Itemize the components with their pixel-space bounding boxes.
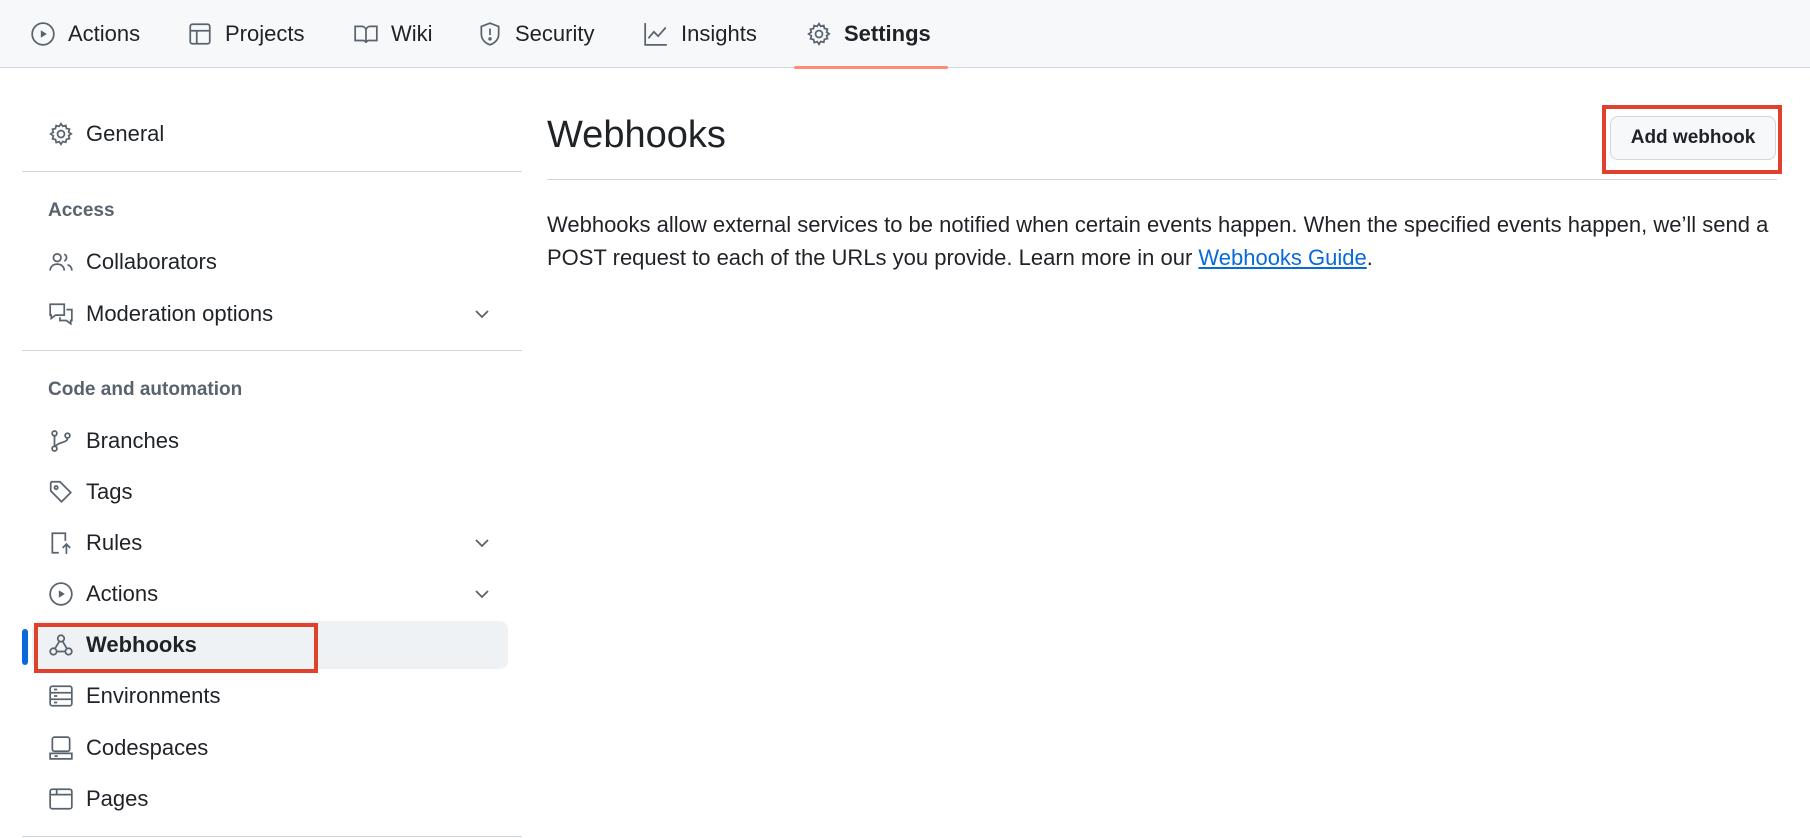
sidebar-item-webhooks[interactable]: Webhooks xyxy=(32,621,508,669)
sidebar-item-label: Collaborators xyxy=(86,249,217,274)
sidebar-divider xyxy=(22,836,522,837)
tab-label: Projects xyxy=(225,21,305,46)
sidebar-item-label: Rules xyxy=(86,530,143,555)
gear-icon xyxy=(807,22,831,46)
sidebar-item-collaborators[interactable]: Collaborators xyxy=(32,238,508,286)
chevron-down-icon[interactable] xyxy=(470,531,494,555)
sidebar-item-label: Pages xyxy=(86,786,149,811)
add-webhook-button[interactable]: Add webhook xyxy=(1610,116,1776,160)
sidebar-heading-access: Access xyxy=(48,200,115,221)
graph-icon xyxy=(644,23,667,46)
tab-label: Settings xyxy=(844,21,931,46)
git-branch-icon xyxy=(48,428,74,454)
chevron-down-icon[interactable] xyxy=(470,582,494,606)
repo-push-icon xyxy=(48,530,74,556)
sidebar-item-general[interactable]: General xyxy=(32,110,508,158)
title-divider xyxy=(547,179,1777,180)
tab-insights[interactable]: Insights xyxy=(643,0,757,68)
description-end: . xyxy=(1366,245,1373,270)
active-tab-indicator xyxy=(794,66,948,69)
sidebar-item-label: Tags xyxy=(86,479,133,504)
play-circle-icon xyxy=(48,581,74,607)
server-icon xyxy=(48,683,74,709)
sidebar-item-environments[interactable]: Environments xyxy=(32,672,508,720)
tab-projects[interactable]: Projects xyxy=(187,0,304,68)
sidebar-item-moderation[interactable]: Moderation options xyxy=(32,290,508,338)
chevron-down-icon[interactable] xyxy=(470,302,494,326)
tab-label: Actions xyxy=(68,21,141,46)
webhooks-description: Webhooks allow external services to be n… xyxy=(547,208,1787,274)
sidebar-item-label: Moderation options xyxy=(86,301,274,326)
description-text: Webhooks allow external services to be n… xyxy=(547,212,1769,270)
sidebar-item-label: Environments xyxy=(86,683,221,708)
sidebar-heading-code-automation: Code and automation xyxy=(48,379,243,400)
sidebar-item-label: Branches xyxy=(86,428,179,453)
tab-label: Security xyxy=(515,21,595,46)
sidebar-item-codespaces[interactable]: Codespaces xyxy=(32,724,508,772)
sidebar-item-tags[interactable]: Tags xyxy=(32,468,508,516)
table-icon xyxy=(189,23,211,45)
comment-discussion-icon xyxy=(48,301,74,327)
webhooks-guide-link[interactable]: Webhooks Guide xyxy=(1198,245,1366,270)
sidebar-item-label: Actions xyxy=(86,581,159,606)
repo-nav: Actions Projects Wiki Security Insights … xyxy=(0,0,1810,69)
tab-label: Wiki xyxy=(391,21,433,46)
shield-icon xyxy=(480,22,500,46)
tab-wiki[interactable]: Wiki xyxy=(353,0,433,68)
webhook-icon xyxy=(48,632,74,658)
sidebar-item-rules[interactable]: Rules xyxy=(32,519,508,567)
sidebar-item-branches[interactable]: Branches xyxy=(32,417,508,465)
page-title: Webhooks xyxy=(547,114,726,156)
browser-icon xyxy=(48,786,74,812)
tag-icon xyxy=(48,479,74,505)
sidebar-item-actions[interactable]: Actions xyxy=(32,570,508,618)
gear-icon xyxy=(48,121,74,147)
tab-actions[interactable]: Actions xyxy=(30,0,140,68)
tab-security[interactable]: Security xyxy=(477,0,594,68)
sidebar-divider xyxy=(22,171,522,172)
book-icon xyxy=(354,25,378,44)
sidebar-item-label: Codespaces xyxy=(86,735,209,760)
sidebar-item-label: Webhooks xyxy=(86,632,197,657)
tab-label: Insights xyxy=(681,21,757,46)
codespaces-icon xyxy=(48,735,74,761)
sidebar-divider xyxy=(22,350,522,351)
play-circle-icon xyxy=(31,22,55,46)
people-icon xyxy=(48,249,74,275)
sidebar-item-pages[interactable]: Pages xyxy=(32,775,508,823)
sidebar-item-label: General xyxy=(86,121,165,146)
tab-settings[interactable]: Settings xyxy=(806,0,931,68)
selected-item-indicator xyxy=(22,629,28,665)
